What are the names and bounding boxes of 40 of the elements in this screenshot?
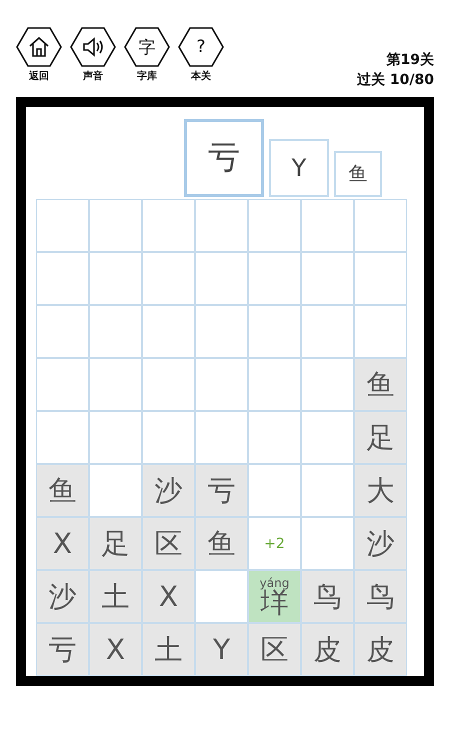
character-tile[interactable]: 亏: [36, 623, 89, 676]
answer-slot[interactable]: 鱼: [334, 151, 382, 197]
button-label: 本关: [191, 70, 211, 83]
character-tile[interactable]: 亏: [195, 464, 248, 517]
character-tile[interactable]: 土: [142, 623, 195, 676]
solved-character: 垟: [260, 588, 288, 616]
character-tile[interactable]: 鱼: [195, 517, 248, 570]
home-icon: [28, 36, 50, 58]
character-tile[interactable]: 鸟: [354, 570, 407, 623]
character-tile[interactable]: 鱼: [36, 464, 89, 517]
character-tile[interactable]: 足: [89, 517, 142, 570]
sound-button[interactable]: [70, 27, 116, 67]
character-tile[interactable]: X: [36, 517, 89, 570]
character-tile[interactable]: 大: [354, 464, 407, 517]
hexagon-button[interactable]: ?: [178, 27, 224, 67]
character-tile[interactable]: 区: [142, 517, 195, 570]
character-tile[interactable]: 皮: [301, 623, 354, 676]
character-tile[interactable]: Y: [195, 623, 248, 676]
home-button[interactable]: [16, 27, 62, 67]
pinyin-text: yáng: [260, 576, 290, 588]
speaker-icon: [81, 36, 105, 58]
character-tile[interactable]: 沙: [142, 464, 195, 517]
character-tile[interactable]: 皮: [354, 623, 407, 676]
character-tile[interactable]: 鸟: [301, 570, 354, 623]
character-tile[interactable]: 足: [354, 411, 407, 464]
hexagon-button[interactable]: 字: [124, 27, 170, 67]
character-tile[interactable]: 沙: [36, 570, 89, 623]
score-popup: +2: [264, 536, 285, 550]
button-label: 字库: [137, 69, 157, 83]
level-title: 第19关: [386, 51, 434, 69]
character-tile[interactable]: X: [142, 570, 195, 623]
character-tile[interactable]: 鱼: [354, 358, 407, 411]
character-tile[interactable]: X: [89, 623, 142, 676]
button-label: 返回: [29, 70, 49, 83]
character-tile[interactable]: 区: [248, 623, 301, 676]
answer-slot[interactable]: 亏: [184, 119, 264, 197]
character-tile[interactable]: 土: [89, 570, 142, 623]
character-tile[interactable]: 沙: [354, 517, 407, 570]
answer-slot[interactable]: Y: [269, 139, 329, 197]
button-label: 声音: [83, 69, 103, 83]
